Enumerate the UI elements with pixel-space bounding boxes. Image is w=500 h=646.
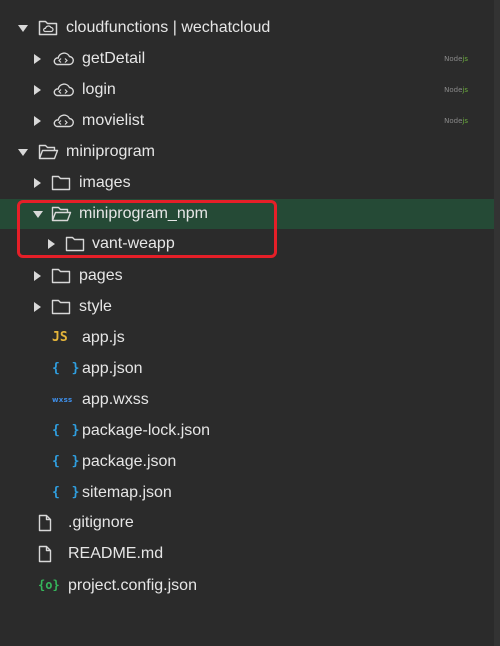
cloud-function-icon (52, 51, 74, 67)
file-explorer-tree: cloudfunctions | wechatcloud getDetail N… (0, 0, 500, 646)
tree-item-pages[interactable]: pages (0, 261, 500, 291)
tree-item-label: getDetail (82, 50, 146, 67)
tree-item-getdetail[interactable]: getDetail Nodejs (0, 44, 500, 74)
nodejs-badge: Nodejs (444, 55, 468, 63)
tree-item-gitignore[interactable]: .gitignore (0, 508, 500, 538)
tree-item-readme-md[interactable]: README.md (0, 539, 500, 569)
cloud-function-icon (52, 82, 74, 98)
chevron-right-icon[interactable] (34, 302, 41, 312)
chevron-down-icon[interactable] (18, 25, 28, 32)
tree-item-label: miniprogram (66, 143, 155, 160)
cloud-function-icon (52, 113, 74, 129)
tree-item-miniprogram-npm[interactable]: miniprogram_npm (0, 199, 500, 229)
tree-item-sitemap-json[interactable]: { } sitemap.json (0, 478, 500, 508)
tree-item-label: pages (79, 267, 123, 284)
tree-item-label: cloudfunctions | wechatcloud (66, 19, 271, 36)
folder-icon (65, 236, 85, 252)
folder-icon (51, 175, 71, 191)
file-icon (38, 545, 52, 563)
chevron-right-icon[interactable] (34, 85, 41, 95)
tree-item-label: login (82, 81, 116, 98)
tree-item-cloudfunctions[interactable]: cloudfunctions | wechatcloud (0, 13, 500, 43)
tree-item-label: app.wxss (82, 391, 149, 408)
tree-item-label: app.json (82, 360, 143, 377)
tree-item-login[interactable]: login Nodejs (0, 75, 500, 105)
file-icon (38, 514, 52, 532)
json-file-icon: { } (52, 423, 82, 438)
chevron-right-icon[interactable] (34, 116, 41, 126)
tree-item-app-wxss[interactable]: wxss app.wxss (0, 385, 500, 415)
tree-item-vant-weapp[interactable]: vant-weapp (0, 229, 500, 259)
tree-item-label: movielist (82, 112, 145, 129)
tree-item-app-js[interactable]: JS app.js (0, 323, 500, 353)
json-file-icon: { } (52, 485, 82, 500)
chevron-right-icon[interactable] (48, 239, 55, 249)
chevron-down-icon[interactable] (18, 149, 28, 156)
tree-item-app-json[interactable]: { } app.json (0, 354, 500, 384)
panel-divider (494, 0, 500, 646)
chevron-right-icon[interactable] (34, 178, 41, 188)
tree-item-label: .gitignore (68, 514, 134, 531)
folder-icon (51, 268, 71, 284)
chevron-right-icon[interactable] (34, 271, 41, 281)
tree-item-label: app.js (82, 329, 125, 346)
tree-item-label: style (79, 298, 112, 315)
tree-item-label: README.md (68, 545, 164, 562)
chevron-down-icon[interactable] (33, 211, 43, 218)
folder-open-icon (51, 206, 72, 222)
tree-item-label: miniprogram_npm (79, 205, 208, 222)
json-file-icon: { } (52, 454, 82, 469)
tree-item-style[interactable]: style (0, 292, 500, 322)
cloud-folder-icon (38, 19, 58, 36)
tree-item-label: images (79, 174, 131, 191)
tree-item-images[interactable]: images (0, 168, 500, 198)
tree-item-movielist[interactable]: movielist Nodejs (0, 106, 500, 136)
folder-icon (51, 299, 71, 315)
tree-item-label: sitemap.json (82, 484, 172, 501)
nodejs-badge: Nodejs (444, 117, 468, 125)
chevron-right-icon[interactable] (34, 54, 41, 64)
folder-open-icon (38, 144, 59, 160)
tree-item-miniprogram[interactable]: miniprogram (0, 137, 500, 167)
tree-item-project-config-json[interactable]: {o} project.config.json (0, 571, 500, 601)
tree-item-package-lock-json[interactable]: { } package-lock.json (0, 416, 500, 446)
js-file-icon: JS (52, 330, 68, 345)
tree-item-package-json[interactable]: { } package.json (0, 447, 500, 477)
tree-item-label: project.config.json (68, 577, 197, 594)
tree-item-label: package-lock.json (82, 422, 211, 439)
json-file-icon: { } (52, 361, 82, 376)
tree-item-label: vant-weapp (92, 235, 175, 252)
nodejs-badge: Nodejs (444, 86, 468, 94)
wxss-file-icon: wxss (52, 396, 73, 404)
tree-item-label: package.json (82, 453, 177, 470)
config-file-icon: {o} (38, 578, 60, 592)
